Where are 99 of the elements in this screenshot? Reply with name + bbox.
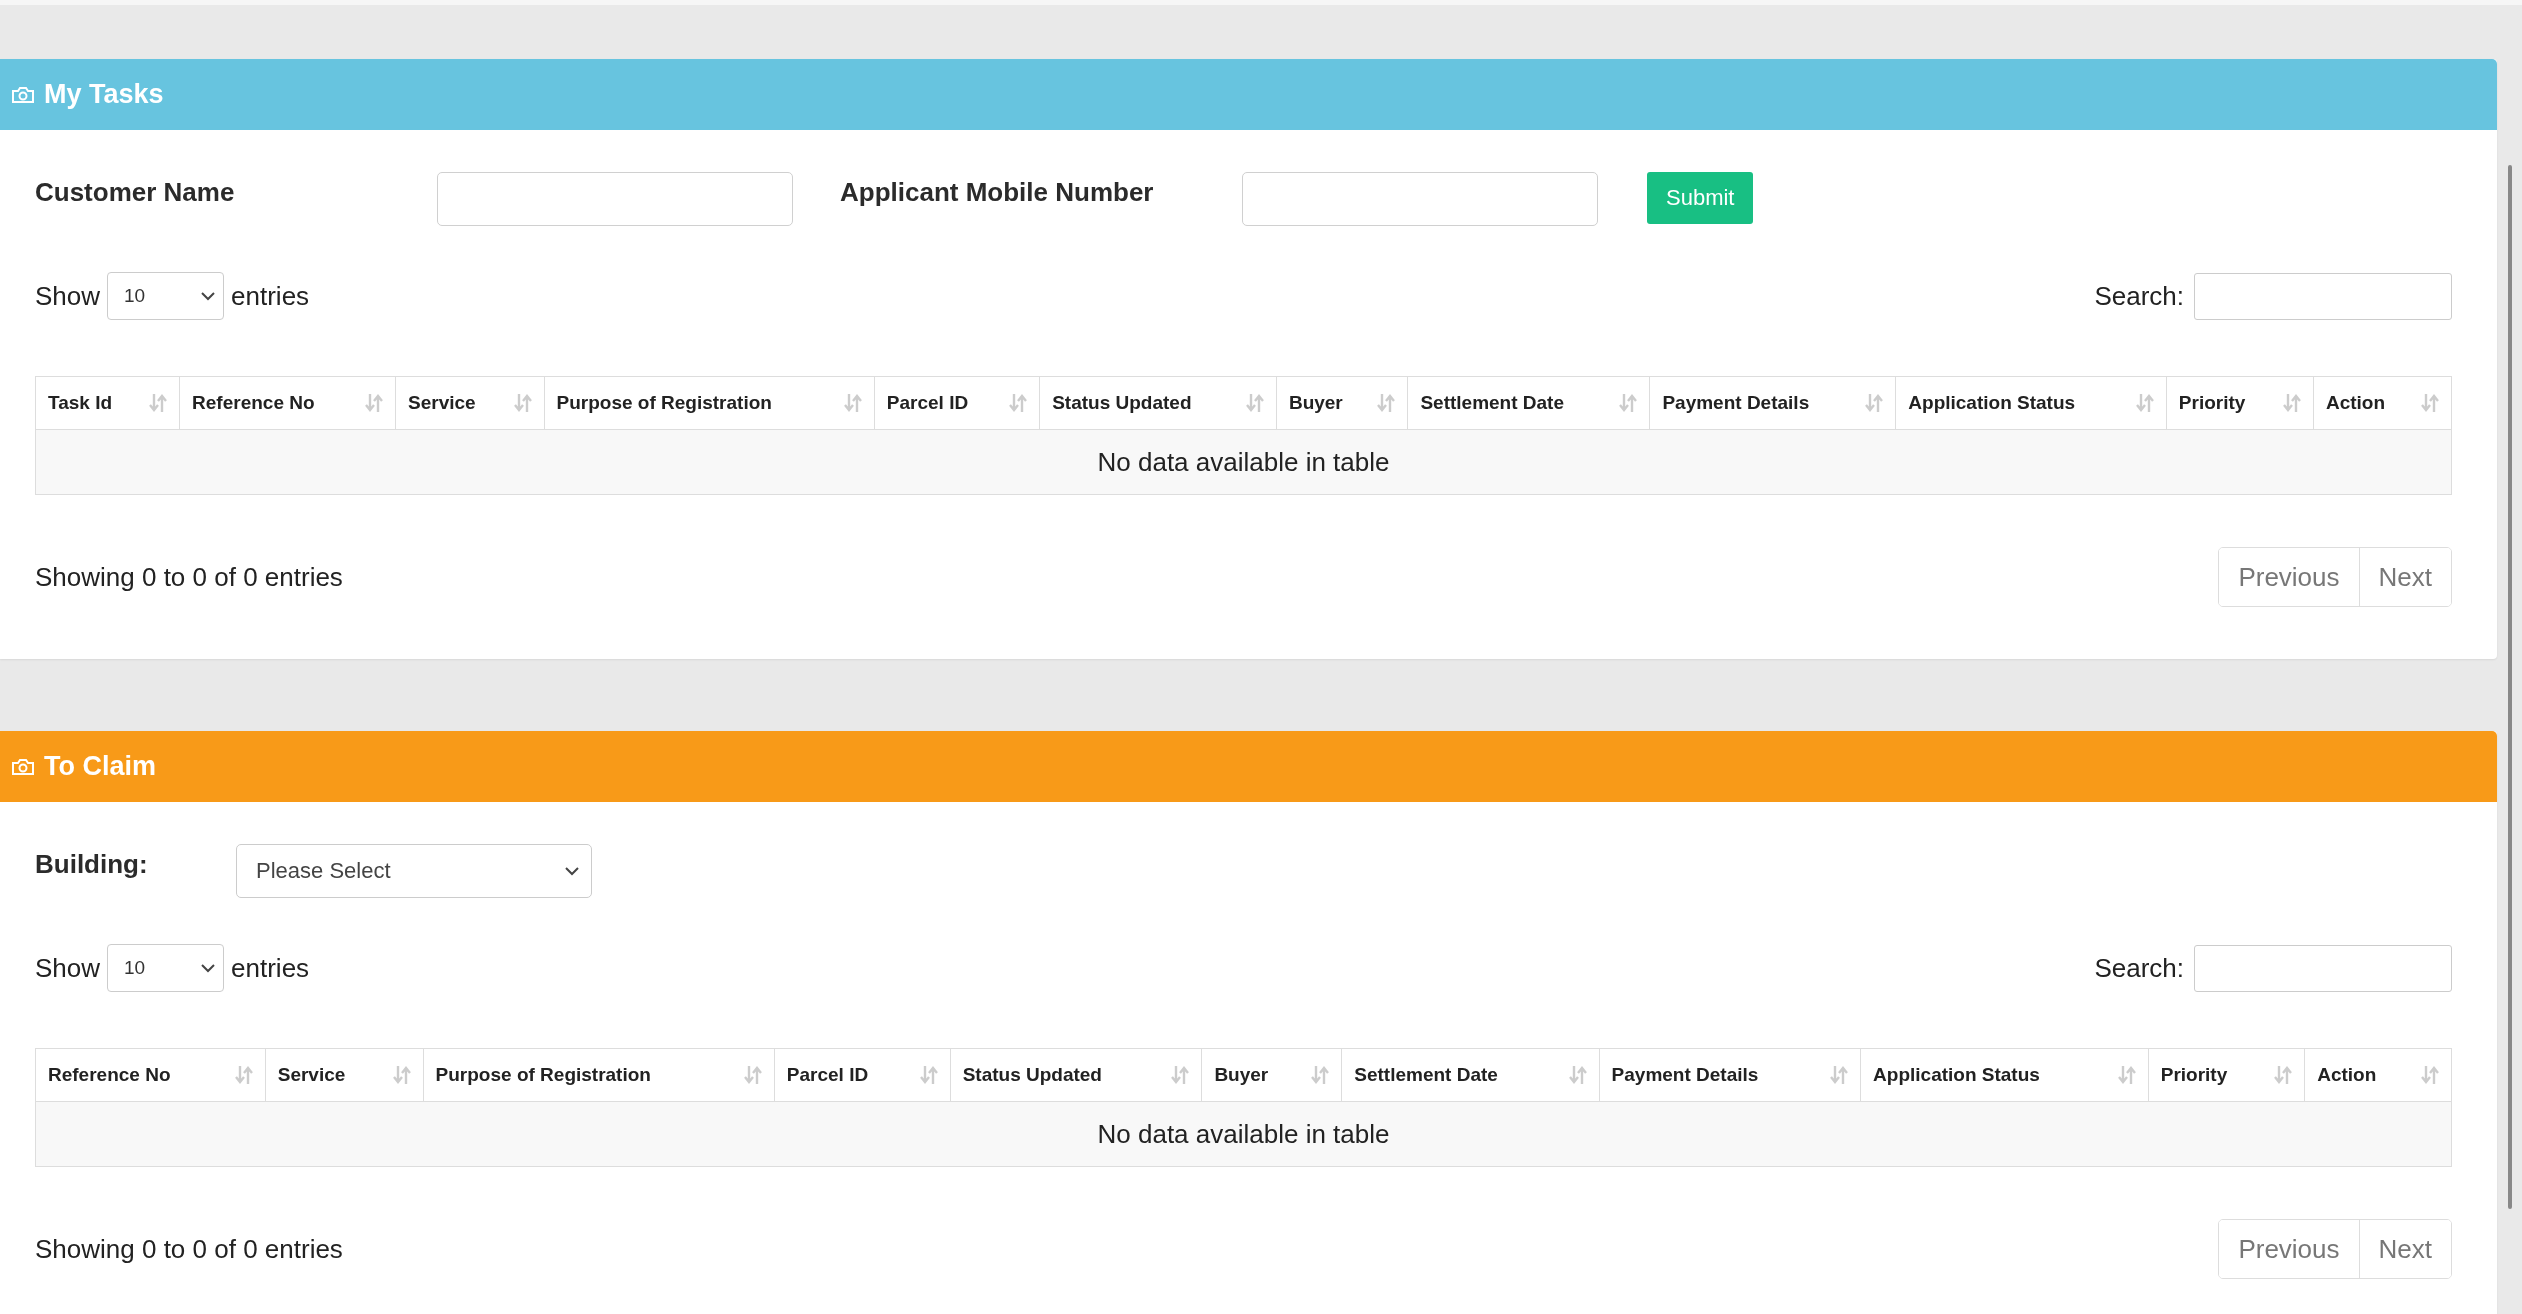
entries-label: entries <box>231 280 310 312</box>
sort-icon[interactable] <box>1311 1065 1330 1085</box>
page-button[interactable]: Next <box>2358 1220 2451 1278</box>
sort-icon[interactable] <box>1568 1065 1587 1085</box>
column-header[interactable]: Purpose of Registration <box>423 1048 775 1102</box>
column-header[interactable]: Parcel ID <box>874 376 1040 430</box>
sort-icon[interactable] <box>2421 393 2439 413</box>
panel-title: My Tasks <box>44 79 164 110</box>
column-header[interactable]: Settlement Date <box>1341 1048 1600 1102</box>
column-header[interactable]: Parcel ID <box>774 1048 951 1102</box>
column-title: Service <box>408 392 476 414</box>
column-title: Status Updated <box>1052 392 1192 414</box>
column-title: Reference No <box>48 1064 171 1086</box>
sort-icon[interactable] <box>234 1065 253 1085</box>
column-header[interactable]: Task Id <box>35 376 180 430</box>
sort-icon[interactable] <box>513 393 532 413</box>
column-header[interactable]: Settlement Date <box>1407 376 1650 430</box>
column-title: Settlement Date <box>1420 392 1565 414</box>
column-header[interactable]: Service <box>395 376 545 430</box>
entries-label: entries <box>231 952 310 984</box>
column-title: Buyer <box>1288 392 1343 414</box>
sort-icon[interactable] <box>1171 1065 1190 1085</box>
entries-select[interactable]: 10 <box>107 944 225 992</box>
field-label: Building: <box>35 848 149 880</box>
select-field[interactable]: Please Select <box>236 844 592 898</box>
chevron-down-icon <box>201 291 216 301</box>
column-title: Buyer <box>1214 1064 1269 1086</box>
column-header[interactable]: Status Updated <box>1039 376 1277 430</box>
input-field[interactable] <box>437 172 793 226</box>
column-title: Service <box>277 1064 346 1086</box>
show-label: Show <box>35 952 101 984</box>
sort-icon[interactable] <box>1009 393 1028 413</box>
column-header[interactable]: Priority <box>2166 376 2314 430</box>
column-title: Application Status <box>1908 392 2076 414</box>
column-title: Action <box>2325 392 2386 414</box>
search-field[interactable] <box>2194 944 2452 992</box>
column-header[interactable]: Purpose of Registration <box>544 376 875 430</box>
column-title: Priority <box>2178 392 2246 414</box>
column-title: Parcel ID <box>886 392 969 414</box>
column-header[interactable]: Action <box>2313 376 2452 430</box>
sort-icon[interactable] <box>1245 393 1264 413</box>
column-header[interactable]: Status Updated <box>950 1048 1202 1102</box>
chevron-down-icon <box>565 866 579 876</box>
column-title: Priority <box>2160 1064 2228 1086</box>
sort-icon[interactable] <box>392 1065 411 1085</box>
table-info: Showing 0 to 0 of 0 entries <box>35 561 343 593</box>
sort-icon[interactable] <box>149 393 168 413</box>
sort-icon[interactable] <box>1865 393 1884 413</box>
sort-icon[interactable] <box>2421 1065 2439 1085</box>
column-header[interactable]: Reference No <box>35 1048 266 1102</box>
sort-icon[interactable] <box>2135 393 2154 413</box>
sort-icon[interactable] <box>2117 1065 2136 1085</box>
column-title: Action <box>2317 1064 2377 1086</box>
field-label: Customer Name <box>35 176 236 208</box>
sort-icon[interactable] <box>1830 1065 1849 1085</box>
column-header[interactable]: Buyer <box>1276 376 1408 430</box>
column-header[interactable]: Payment Details <box>1599 1048 1861 1102</box>
column-title: Status Updated <box>962 1064 1102 1086</box>
column-header[interactable]: Reference No <box>179 376 396 430</box>
column-title: Settlement Date <box>1354 1064 1498 1086</box>
camera-icon <box>12 86 34 103</box>
column-title: Purpose of Registration <box>556 392 772 414</box>
column-header[interactable]: Application Status <box>1895 376 2167 430</box>
column-title: Task Id <box>48 392 113 414</box>
sort-icon[interactable] <box>1619 393 1638 413</box>
search-label: Search: <box>2094 280 2184 312</box>
empty-table-message: No data available in table <box>35 429 2452 495</box>
sort-icon[interactable] <box>919 1065 938 1085</box>
column-header[interactable]: Buyer <box>1201 1048 1342 1102</box>
sort-icon[interactable] <box>1377 393 1396 413</box>
field-label: Applicant Mobile Number <box>840 176 1155 208</box>
page-button[interactable]: Next <box>2358 548 2451 606</box>
column-title: Purpose of Registration <box>435 1064 651 1086</box>
column-header[interactable]: Service <box>265 1048 424 1102</box>
chevron-down-icon <box>201 963 216 973</box>
input-field[interactable] <box>1242 172 1598 226</box>
column-header[interactable]: Payment Details <box>1649 376 1896 430</box>
column-title: Payment Details <box>1662 392 1810 414</box>
column-header[interactable]: Action <box>2304 1048 2452 1102</box>
sort-icon[interactable] <box>2274 1065 2293 1085</box>
sort-icon[interactable] <box>2282 393 2301 413</box>
panel-title: To Claim <box>44 751 156 782</box>
show-label: Show <box>35 280 101 312</box>
entries-select[interactable]: 10 <box>107 272 225 320</box>
column-title: Payment Details <box>1611 1064 1759 1086</box>
sort-icon[interactable] <box>365 393 384 413</box>
column-header[interactable]: Application Status <box>1860 1048 2149 1102</box>
column-title: Application Status <box>1873 1064 2040 1086</box>
column-title: Parcel ID <box>786 1064 869 1086</box>
search-field[interactable] <box>2194 272 2452 320</box>
camera-icon <box>12 758 34 775</box>
table-info: Showing 0 to 0 of 0 entries <box>35 1233 343 1265</box>
search-label: Search: <box>2094 952 2184 984</box>
empty-table-message: No data available in table <box>35 1101 2452 1167</box>
column-header[interactable]: Priority <box>2148 1048 2305 1102</box>
sort-icon[interactable] <box>843 393 862 413</box>
scrollbar-thumb[interactable] <box>2507 165 2512 1209</box>
sort-icon[interactable] <box>743 1065 762 1085</box>
column-title: Reference No <box>192 392 315 414</box>
